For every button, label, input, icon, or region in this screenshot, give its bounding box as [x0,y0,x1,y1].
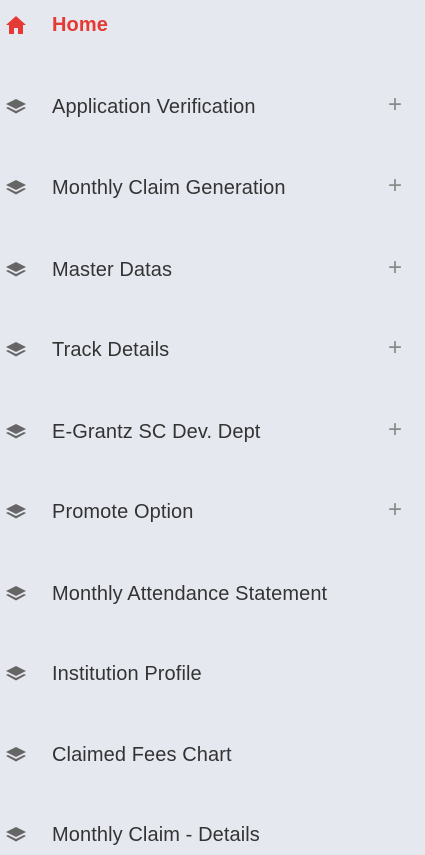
expand-icon[interactable]: + [384,336,406,360]
sidebar-item-label: Application Verification [52,96,256,118]
layers-icon [4,823,28,847]
sidebar-menu: Home Application Verification + Monthly … [0,0,425,853]
sidebar-item-promote-option[interactable]: Promote Option + [0,492,425,532]
layers-icon [4,420,28,444]
expand-icon[interactable]: + [384,256,406,280]
sidebar-item-track-details[interactable]: Track Details + [0,330,425,370]
layers-icon [4,95,28,119]
sidebar-item-label: Monthly Claim Generation [52,177,286,199]
layers-icon [4,338,28,362]
sidebar-item-home[interactable]: Home [0,5,425,45]
home-icon [4,13,28,37]
sidebar-item-monthly-claim-details[interactable]: Monthly Claim - Details [0,815,425,855]
layers-icon [4,176,28,200]
sidebar-item-label: Promote Option [52,501,194,523]
layers-icon [4,662,28,686]
layers-icon [4,582,28,606]
sidebar-item-label: Monthly Attendance Statement [52,583,328,605]
sidebar-item-master-datas[interactable]: Master Datas + [0,250,425,290]
sidebar-item-claimed-fees-chart[interactable]: Claimed Fees Chart [0,735,425,775]
expand-icon[interactable]: + [384,174,406,198]
sidebar-item-label: Monthly Claim - Details [52,824,260,846]
expand-icon[interactable]: + [384,418,406,442]
sidebar-item-e-grantz-sc-dev-dept[interactable]: E-Grantz SC Dev. Dept + [0,412,425,452]
layers-icon [4,500,28,524]
sidebar-item-application-verification[interactable]: Application Verification + [0,87,425,127]
sidebar-item-label: Claimed Fees Chart [52,744,232,766]
layers-icon [4,258,28,282]
expand-icon[interactable]: + [384,93,406,117]
sidebar-item-label: Institution Profile [52,663,202,685]
sidebar-item-label: E-Grantz SC Dev. Dept [52,421,261,443]
layers-icon [4,743,28,767]
sidebar-item-monthly-claim-generation[interactable]: Monthly Claim Generation + [0,168,425,208]
sidebar-item-institution-profile[interactable]: Institution Profile [0,654,425,694]
expand-icon[interactable]: + [384,498,406,522]
sidebar-item-monthly-attendance-statement[interactable]: Monthly Attendance Statement [0,574,425,614]
sidebar-item-label: Home [52,14,108,36]
sidebar-item-label: Master Datas [52,259,173,281]
sidebar-item-label: Track Details [52,339,170,361]
